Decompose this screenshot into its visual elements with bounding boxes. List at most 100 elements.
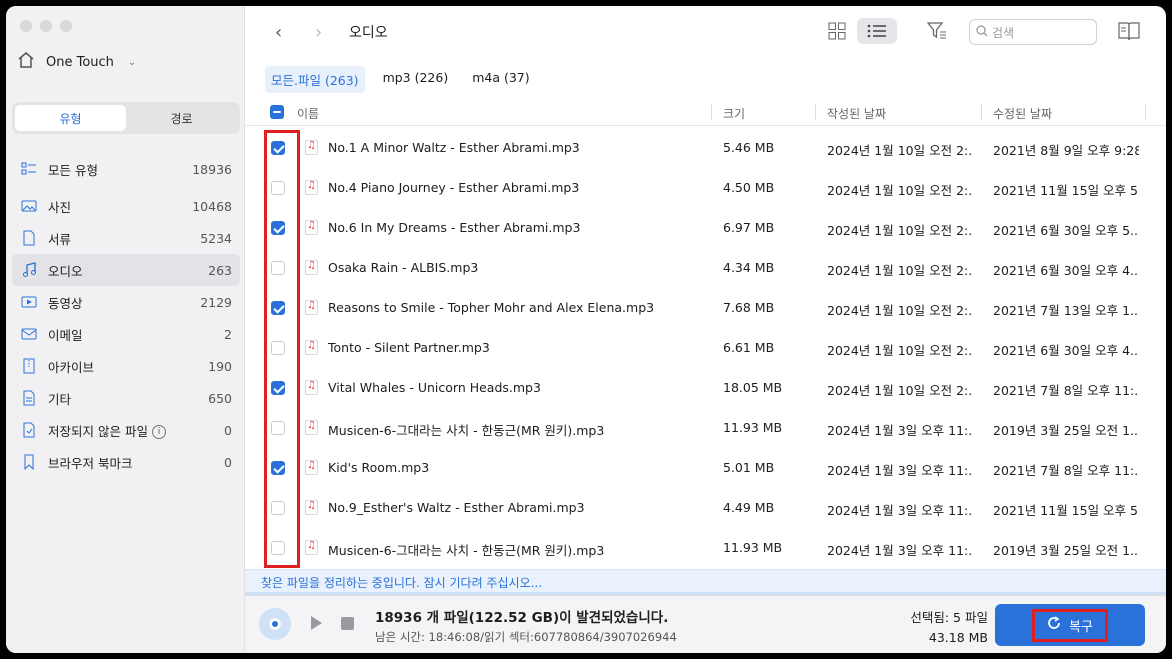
organizing-status: 찾은 파일을 정리하는 중입니다. 잠시 기다려 주십시오... bbox=[245, 569, 1166, 593]
row-checkbox[interactable] bbox=[271, 261, 285, 275]
table-row[interactable]: No.9_Esther's Waltz - Esther Abrami.mp3 … bbox=[245, 488, 1166, 528]
selection-info: 선택됨: 5 파일 43.18 MB bbox=[910, 608, 988, 648]
zoom-window-button[interactable] bbox=[60, 20, 72, 32]
category-audio[interactable]: 오디오 263 bbox=[12, 254, 240, 286]
search-input[interactable]: 검색 bbox=[969, 19, 1097, 45]
audio-file-icon bbox=[305, 220, 318, 235]
list-icon bbox=[20, 160, 38, 178]
row-checkbox[interactable] bbox=[271, 181, 285, 195]
row-checkbox[interactable] bbox=[271, 461, 285, 475]
bookmark-icon bbox=[20, 453, 38, 471]
category-count: 650 bbox=[208, 390, 232, 406]
view-mode-segment: 유형 경로 bbox=[12, 102, 240, 134]
category-label: 기타 bbox=[48, 391, 72, 407]
tab-all-files[interactable]: 모든.파일 (263) bbox=[265, 66, 365, 93]
file-modified: 2021년 11월 15일 오후 5... bbox=[993, 503, 1139, 518]
segment-type[interactable]: 유형 bbox=[15, 105, 126, 131]
table-row[interactable]: Musicen-6-그대라는 사치 - 한동근(MR 원키).mp3 11.93… bbox=[245, 528, 1166, 568]
table-row[interactable]: Musicen-6-그대라는 사치 - 한동근(MR 원키).mp3 11.93… bbox=[245, 408, 1166, 448]
list-view-icon[interactable] bbox=[857, 18, 897, 44]
category-count: 10468 bbox=[192, 198, 232, 214]
home-icon[interactable] bbox=[16, 50, 36, 74]
row-checkbox[interactable] bbox=[271, 381, 285, 395]
column-divider[interactable] bbox=[1145, 104, 1146, 120]
category-label: 이메일 bbox=[48, 327, 83, 343]
audio-file-icon bbox=[305, 540, 318, 555]
column-header-size[interactable]: 크기 bbox=[723, 105, 745, 122]
tab-mp3[interactable]: mp3 (226) bbox=[377, 66, 455, 93]
segment-path[interactable]: 경로 bbox=[126, 105, 237, 131]
filter-icon[interactable] bbox=[926, 21, 947, 45]
category-bookmarks[interactable]: 브라우저 북마크 0 bbox=[12, 446, 240, 478]
table-row[interactable]: Kid's Room.mp3 5.01 MB 2024년 1월 3일 오후 11… bbox=[245, 448, 1166, 488]
category-unsaved[interactable]: 저장되지 않은 파일 i 0 bbox=[12, 414, 240, 446]
file-created: 2024년 1월 10일 오전 2:... bbox=[827, 343, 973, 358]
row-checkbox[interactable] bbox=[271, 421, 285, 435]
file-modified: 2019년 3월 25일 오전 1... bbox=[993, 423, 1139, 438]
file-name: Tonto - Silent Partner.mp3 bbox=[328, 340, 490, 355]
selected-count: 선택됨: 5 파일 bbox=[910, 610, 988, 625]
table-row[interactable]: No.6 In My Dreams - Esther Abrami.mp3 6.… bbox=[245, 208, 1166, 248]
play-icon[interactable] bbox=[311, 616, 322, 630]
file-modified: 2021년 8월 9일 오후 9:28 bbox=[993, 143, 1139, 158]
table-row[interactable]: Reasons to Smile - Topher Mohr and Alex … bbox=[245, 288, 1166, 328]
column-divider[interactable] bbox=[981, 104, 982, 120]
column-divider[interactable] bbox=[815, 104, 816, 120]
file-size: 11.93 MB bbox=[723, 420, 783, 435]
column-header-modified[interactable]: 수정된 날짜 bbox=[993, 105, 1052, 122]
row-checkbox[interactable] bbox=[271, 541, 285, 555]
category-photos[interactable]: 사진 10468 bbox=[12, 190, 240, 222]
sidebar: One Touch ⌄ 유형 경로 모든 유형 18936 사진 10468 서… bbox=[6, 6, 245, 653]
table-row[interactable]: Osaka Rain - ALBIS.mp3 4.34 MB 2024년 1월 … bbox=[245, 248, 1166, 288]
file-size: 11.93 MB bbox=[723, 540, 783, 555]
bottom-bar: 18936 개 파일(122.52 GB)이 발견되었습니다. 남은 시간: 1… bbox=[245, 595, 1166, 653]
row-checkbox[interactable] bbox=[271, 501, 285, 515]
tab-m4a[interactable]: m4a (37) bbox=[466, 66, 535, 93]
file-created: 2024년 1월 3일 오후 11:... bbox=[827, 503, 973, 518]
table-row[interactable]: No.4 Piano Journey - Esther Abrami.mp3 4… bbox=[245, 168, 1166, 208]
file-modified: 2021년 7월 13일 오후 1... bbox=[993, 303, 1139, 318]
table-row[interactable]: Tonto - Silent Partner.mp3 6.61 MB 2024년… bbox=[245, 328, 1166, 368]
grid-view-icon[interactable] bbox=[825, 20, 849, 42]
file-size: 4.34 MB bbox=[723, 260, 775, 275]
category-email[interactable]: 이메일 2 bbox=[12, 318, 240, 350]
category-video[interactable]: 동영상 2129 bbox=[12, 286, 240, 318]
row-checkbox[interactable] bbox=[271, 141, 285, 155]
column-divider[interactable] bbox=[711, 104, 712, 120]
forward-arrow-icon[interactable]: › bbox=[315, 22, 322, 43]
audio-file-icon bbox=[305, 380, 318, 395]
toolbar: ‹ › 오디오 검색 bbox=[245, 6, 1166, 58]
stop-icon[interactable] bbox=[341, 617, 354, 630]
info-icon[interactable]: i bbox=[151, 425, 166, 439]
minimize-window-button[interactable] bbox=[40, 20, 52, 32]
close-window-button[interactable] bbox=[20, 20, 32, 32]
file-type-tabs: 모든.파일 (263) mp3 (226) m4a (37) bbox=[265, 66, 536, 93]
file-modified: 2021년 7월 8일 오후 11:... bbox=[993, 383, 1139, 398]
category-all[interactable]: 모든 유형 18936 bbox=[12, 152, 240, 186]
file-list: No.1 A Minor Waltz - Esther Abrami.mp3 5… bbox=[245, 128, 1166, 568]
row-checkbox[interactable] bbox=[271, 301, 285, 315]
category-documents[interactable]: 서류 5234 bbox=[12, 222, 240, 254]
table-row[interactable]: Vital Whales - Unicorn Heads.mp3 18.05 M… bbox=[245, 368, 1166, 408]
category-other[interactable]: 기타 650 bbox=[12, 382, 240, 414]
photo-icon bbox=[20, 197, 38, 215]
column-header-created[interactable]: 작성된 날짜 bbox=[827, 105, 886, 122]
row-checkbox[interactable] bbox=[271, 341, 285, 355]
file-created: 2024년 1월 10일 오전 2:... bbox=[827, 223, 973, 238]
category-count: 263 bbox=[208, 262, 232, 278]
category-count: 2 bbox=[224, 326, 232, 342]
audio-file-icon bbox=[305, 500, 318, 515]
row-checkbox[interactable] bbox=[271, 221, 285, 235]
category-count: 0 bbox=[224, 454, 232, 470]
drive-selector[interactable]: One Touch ⌄ bbox=[16, 50, 136, 74]
category-label: 오디오 bbox=[48, 263, 83, 279]
table-row[interactable]: No.1 A Minor Waltz - Esther Abrami.mp3 5… bbox=[245, 128, 1166, 168]
file-created: 2024년 1월 10일 오전 2:... bbox=[827, 263, 973, 278]
column-header-name[interactable]: 이름 bbox=[297, 105, 319, 122]
back-arrow-icon[interactable]: ‹ bbox=[275, 22, 282, 43]
select-all-checkbox[interactable] bbox=[270, 105, 284, 119]
audio-file-icon bbox=[305, 180, 318, 195]
guide-book-icon[interactable] bbox=[1117, 20, 1141, 46]
category-archive[interactable]: 아카이브 190 bbox=[12, 350, 240, 382]
recover-button[interactable]: 복구 bbox=[995, 604, 1145, 646]
